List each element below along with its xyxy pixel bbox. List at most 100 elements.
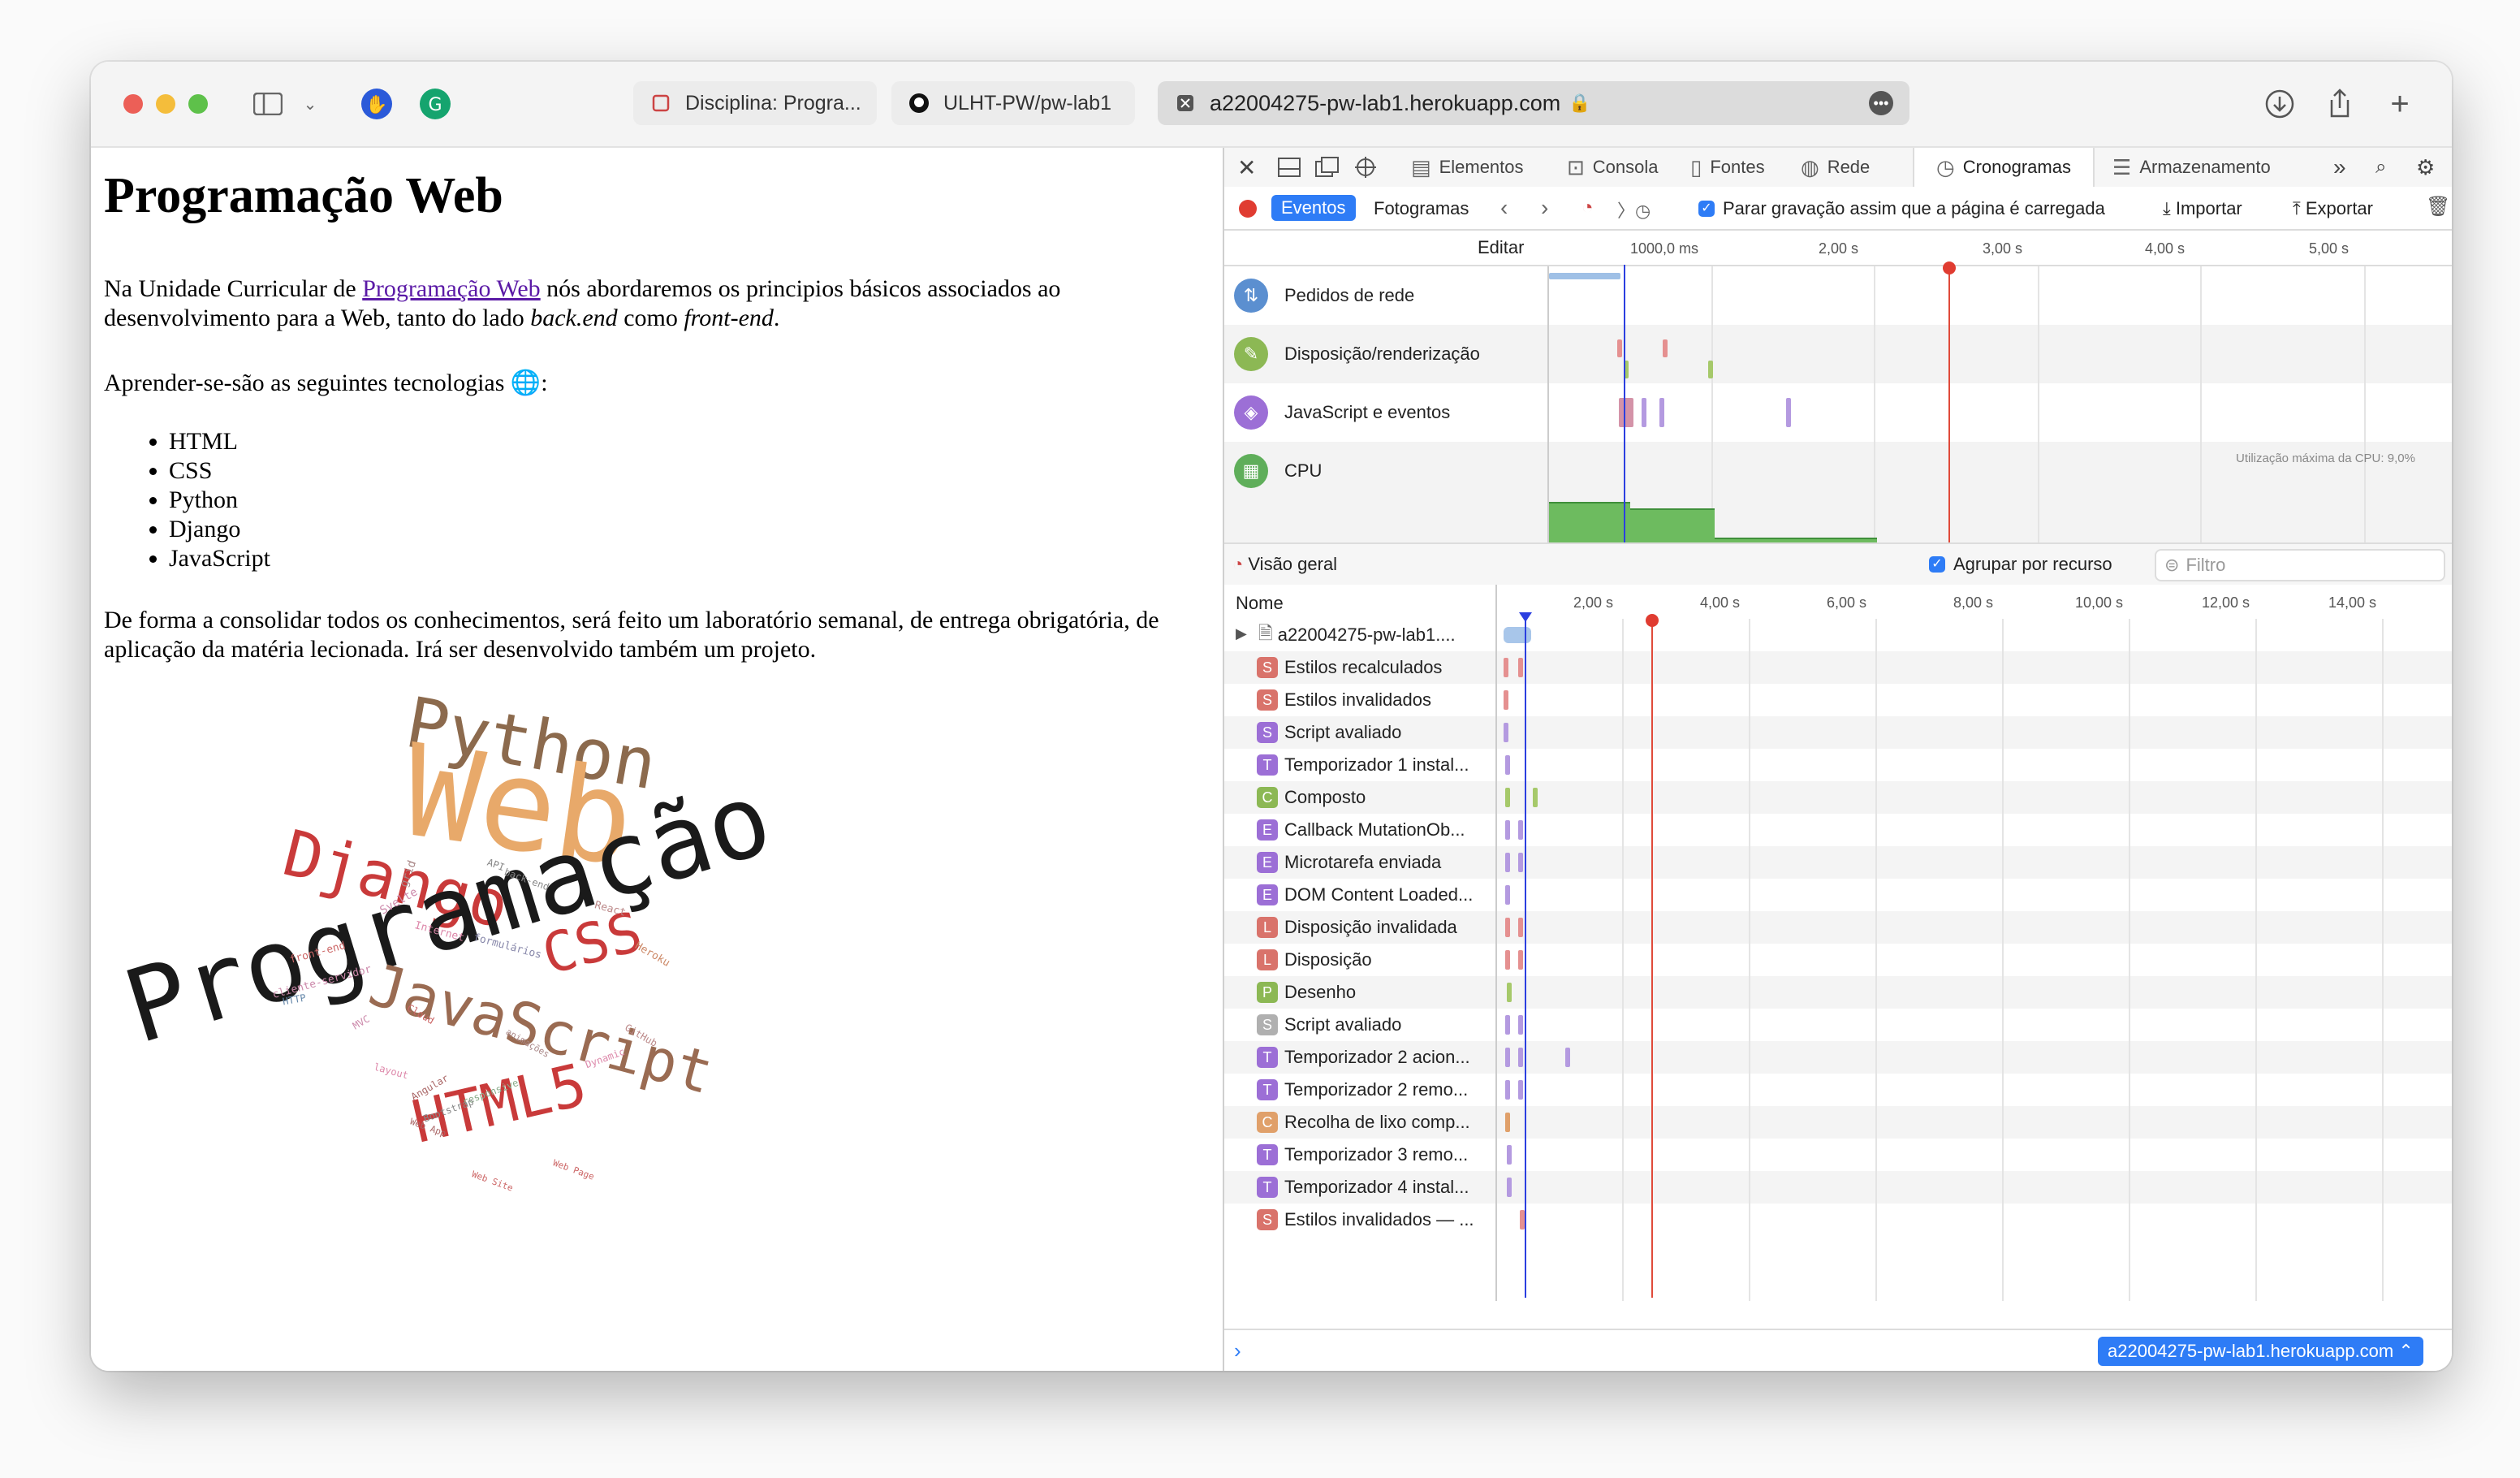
label: Callback MutationOb...	[1284, 819, 1465, 840]
records-header: Nome 2,00 s 4,00 s 6,00 s 8,00 s 10,00 s…	[1224, 585, 2452, 620]
filter-input[interactable]: ⊜ Filtro	[2155, 549, 2445, 581]
name-column-header[interactable]: Nome	[1236, 593, 1284, 614]
timeline-layout-row[interactable]: ✎ Disposição/renderização	[1224, 325, 1547, 383]
timeline-cpu-row[interactable]: ▦ CPU	[1224, 442, 1547, 500]
ruler-tick: 5,00 s	[2309, 240, 2350, 257]
chevron-down-icon[interactable]: ⌄	[292, 86, 328, 122]
gear-icon[interactable]: ⚙	[2416, 148, 2435, 187]
detach-window-icon[interactable]	[1315, 148, 1340, 187]
label: Estilos invalidados — ...	[1284, 1209, 1474, 1230]
label: Estilos recalculados	[1284, 657, 1443, 677]
record-row[interactable]: E Microtarefa enviada	[1224, 846, 2452, 879]
records-tick: 6,00 s	[1827, 594, 1867, 611]
record-row[interactable]: C Recolha de lixo comp...	[1224, 1106, 2452, 1139]
records-tick: 2,00 s	[1573, 594, 1614, 611]
import-button[interactable]: ⤓ Importar	[2163, 198, 2242, 219]
record-type-icon: E	[1257, 852, 1278, 873]
overview-label[interactable]: ◔ Visão geral	[1232, 554, 1337, 575]
record-row[interactable]: S Estilos invalidados — ...	[1224, 1204, 2452, 1236]
timeline-label: JavaScript e eventos	[1284, 402, 1451, 422]
record-mark	[1518, 658, 1523, 677]
group-by-resource-checkbox[interactable]: ✓ Agrupar por recurso	[1929, 554, 2112, 575]
record-row[interactable]: T Temporizador 2 acion...	[1224, 1041, 2452, 1074]
timeline-network-row[interactable]: ⇅ Pedidos de rede	[1224, 266, 1547, 325]
browser-tab-active[interactable]: a22004275-pw-lab1.herokuapp.com 🔒 •••	[1158, 81, 1909, 125]
records-list: ▶ 🗎 a22004275-pw-lab1.... S Estilos recalc…	[1224, 619, 2452, 1301]
download-icon[interactable]	[2262, 86, 2298, 122]
close-tab-icon[interactable]	[1174, 92, 1197, 115]
chevron-left-icon[interactable]: ‹	[1500, 195, 1508, 221]
minimize-window-button[interactable]	[156, 94, 175, 114]
close-inspector-icon[interactable]: ✕	[1237, 148, 1256, 187]
extension-privacy-icon[interactable]: ✋	[359, 86, 395, 122]
records-load-dot	[1646, 614, 1659, 627]
console-prompt-icon[interactable]: ›	[1234, 1338, 1241, 1363]
record-row[interactable]: T Temporizador 4 instal...	[1224, 1171, 2452, 1204]
record-root-row[interactable]: ▶ 🗎 a22004275-pw-lab1....	[1224, 619, 2452, 651]
address-url[interactable]: a22004275-pw-lab1.herokuapp.com	[1210, 91, 1560, 116]
word-cloud-word: Web Site	[470, 1169, 515, 1194]
record-label: C Recolha de lixo comp...	[1257, 1106, 1470, 1139]
record-row[interactable]: S Script avaliado	[1224, 1009, 2452, 1041]
record-row[interactable]: E Callback MutationOb...	[1224, 814, 2452, 846]
record-row[interactable]: L Disposição invalidada	[1224, 911, 2452, 944]
network-icon: ◍	[1801, 154, 1819, 179]
eventos-button[interactable]: Eventos	[1271, 195, 1356, 221]
course-link[interactable]: Programação Web	[362, 275, 540, 302]
record-label: S Estilos recalculados	[1257, 651, 1442, 684]
tab-rede[interactable]: ◍ Rede	[1801, 148, 1870, 187]
layout-mark	[1708, 361, 1713, 378]
tab-elementos[interactable]: ▤ Elementos	[1411, 148, 1524, 187]
share-icon[interactable]	[2322, 86, 2358, 122]
target-selector[interactable]: a22004275-pw-lab1.herokuapp.com ⌃	[2098, 1337, 2423, 1366]
trash-icon[interactable]: 🗑	[2426, 195, 2450, 218]
brush-icon: ✎	[1234, 337, 1268, 371]
browser-tab-github[interactable]: ULHT-PW/pw-lab1	[891, 81, 1135, 125]
sidebar-toggle-icon[interactable]	[250, 86, 286, 122]
timeline-javascript-row[interactable]: ◈ JavaScript e eventos	[1224, 383, 1547, 442]
browser-tab-disciplina[interactable]: Disciplina: Progra...	[633, 81, 877, 125]
tab-label: Cronogramas	[1962, 157, 2071, 177]
more-options-icon[interactable]: •••	[1869, 91, 1893, 115]
disclosure-triangle-icon[interactable]: ▶	[1236, 625, 1247, 642]
chevron-right-icon[interactable]: ›	[1541, 195, 1548, 221]
record-row[interactable]: T Temporizador 1 instal...	[1224, 749, 2452, 781]
record-row[interactable]: E DOM Content Loaded...	[1224, 879, 2452, 911]
more-tabs-icon[interactable]: »	[2333, 148, 2346, 187]
record-row[interactable]: L Disposição	[1224, 944, 2452, 976]
record-type-icon: T	[1257, 1144, 1278, 1165]
tab-armazenamento[interactable]: ☰ Armazenamento	[2112, 148, 2271, 187]
record-row[interactable]: P Desenho	[1224, 976, 2452, 1009]
record-type-icon: S	[1257, 689, 1278, 711]
stop-on-load-checkbox[interactable]: ✓ Parar gravação assim que a página é car…	[1698, 198, 2105, 219]
word-cloud-word: HTML5	[406, 1050, 593, 1156]
tab-consola[interactable]: ⊡ Consola	[1567, 148, 1659, 187]
record-row[interactable]: S Estilos recalculados	[1224, 651, 2452, 684]
record-row[interactable]: S Estilos invalidados	[1224, 684, 2452, 716]
extension-grammarly-icon[interactable]: G	[417, 86, 453, 122]
record-row[interactable]: T Temporizador 2 remo...	[1224, 1074, 2452, 1106]
tab-cronogramas[interactable]: ◷ Cronogramas	[1913, 148, 2095, 187]
history-icon[interactable]: 〉◷	[1617, 197, 1651, 223]
label: Temporizador 2 remo...	[1284, 1079, 1469, 1100]
edit-timelines-button[interactable]: Editar	[1478, 237, 1524, 258]
new-tab-icon[interactable]: +	[2382, 86, 2418, 122]
search-icon[interactable]: ⌕	[2375, 148, 2386, 187]
record-row[interactable]: S Script avaliado	[1224, 716, 2452, 749]
recording-icon[interactable]: ◔	[1581, 197, 1594, 219]
record-label: E DOM Content Loaded...	[1257, 879, 1473, 911]
element-picker-icon[interactable]	[1354, 148, 1377, 187]
dock-bottom-icon[interactable]	[1278, 148, 1301, 187]
zoom-window-button[interactable]	[188, 94, 208, 114]
svg-text:✋: ✋	[365, 94, 387, 115]
record-row[interactable]: C Composto	[1224, 781, 2452, 814]
close-window-button[interactable]	[123, 94, 143, 114]
record-button[interactable]	[1239, 200, 1257, 218]
ruler-tick: 4,00 s	[2145, 240, 2186, 257]
fotogramas-button[interactable]: Fotogramas	[1374, 198, 1469, 219]
record-row[interactable]: T Temporizador 3 remo...	[1224, 1139, 2452, 1171]
tab-fontes[interactable]: ▯ Fontes	[1690, 148, 1765, 187]
record-mark	[1518, 1080, 1523, 1100]
lock-icon: 🔒	[1569, 93, 1591, 113]
export-button[interactable]: ⤒ Exportar	[2293, 198, 2373, 219]
